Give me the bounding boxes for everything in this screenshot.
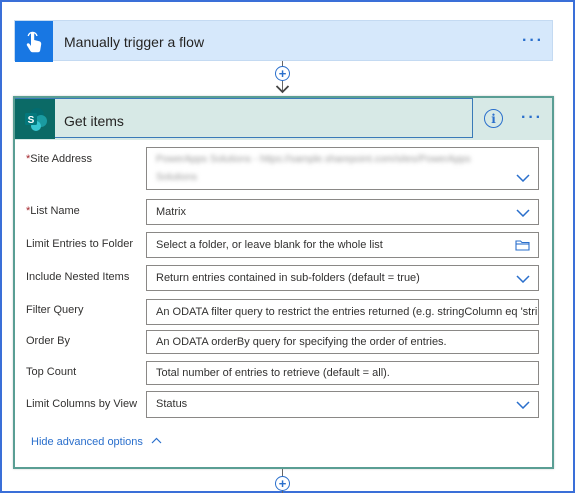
list-name-dropdown[interactable]: Matrix: [146, 199, 539, 225]
nested-items-dropdown[interactable]: Return entries contained in sub-folders …: [146, 265, 539, 291]
limit-columns-dropdown[interactable]: Status: [146, 391, 539, 418]
info-icon-glyph: i: [491, 111, 496, 126]
limit-folder-label: Limit Entries to Folder: [26, 238, 133, 250]
order-by-placeholder: An ODATA orderBy query for specifying th…: [156, 336, 447, 348]
site-address-value: PowerApps Solutions - https://sample.sha…: [156, 154, 471, 165]
plus-icon: +: [278, 476, 287, 491]
chevron-down-icon: [516, 401, 530, 409]
trigger-card[interactable]: Manually trigger a flow ···: [14, 20, 553, 62]
action-header-title-area[interactable]: S Get items: [15, 98, 473, 139]
get-items-card: S Get items i ··· *Site Address PowerApp…: [13, 96, 554, 469]
chevron-down-icon: [516, 209, 530, 217]
folder-icon[interactable]: [515, 239, 530, 251]
list-name-label: *List Name: [26, 205, 80, 217]
trigger-more-button[interactable]: ···: [522, 32, 544, 50]
chevron-down-icon: [516, 174, 530, 182]
chevron-up-icon: [151, 437, 162, 444]
site-address-label-text: Site Address: [30, 153, 93, 165]
nested-items-label: Include Nested Items: [26, 271, 130, 283]
site-address-label: *Site Address: [26, 153, 92, 165]
chevron-down-icon: [516, 275, 530, 283]
nested-items-value: Return entries contained in sub-folders …: [156, 272, 420, 284]
filter-query-label: Filter Query: [26, 304, 84, 316]
filter-query-placeholder: An ODATA filter query to restrict the en…: [156, 306, 538, 318]
top-count-input[interactable]: Total number of entries to retrieve (def…: [146, 361, 539, 385]
action-more-button[interactable]: ···: [521, 109, 543, 127]
hide-advanced-options-link[interactable]: Hide advanced options: [31, 436, 162, 448]
order-by-label: Order By: [26, 335, 71, 347]
site-address-dropdown[interactable]: PowerApps Solutions - https://sample.sha…: [146, 147, 539, 190]
order-by-input[interactable]: An ODATA orderBy query for specifying th…: [146, 330, 539, 354]
info-icon[interactable]: i: [484, 109, 503, 128]
top-count-label: Top Count: [26, 366, 77, 378]
hide-advanced-label: Hide advanced options: [31, 436, 143, 448]
list-name-label-text: List Name: [30, 205, 80, 217]
filter-query-input[interactable]: An ODATA filter query to restrict the en…: [146, 299, 539, 325]
touch-hand-icon: [15, 21, 53, 62]
sharepoint-icon: S: [15, 99, 55, 139]
limit-folder-field[interactable]: Select a folder, or leave blank for the …: [146, 232, 539, 258]
action-title: Get items: [64, 113, 124, 129]
svg-text:S: S: [28, 115, 35, 126]
trigger-title: Manually trigger a flow: [64, 34, 205, 50]
add-step-button-bottom[interactable]: +: [275, 476, 290, 491]
limit-folder-placeholder: Select a folder, or leave blank for the …: [156, 239, 383, 251]
action-header[interactable]: S Get items i ···: [15, 98, 552, 140]
add-step-button[interactable]: +: [275, 66, 290, 81]
arrow-down-icon: [275, 85, 290, 94]
plus-icon: +: [278, 66, 287, 81]
top-count-placeholder: Total number of entries to retrieve (def…: [156, 367, 390, 379]
site-address-value-line2: Solutions: [156, 172, 198, 183]
limit-columns-value: Status: [156, 398, 188, 410]
limit-columns-label: Limit Columns by View: [26, 398, 138, 410]
list-name-value: Matrix: [156, 206, 186, 218]
